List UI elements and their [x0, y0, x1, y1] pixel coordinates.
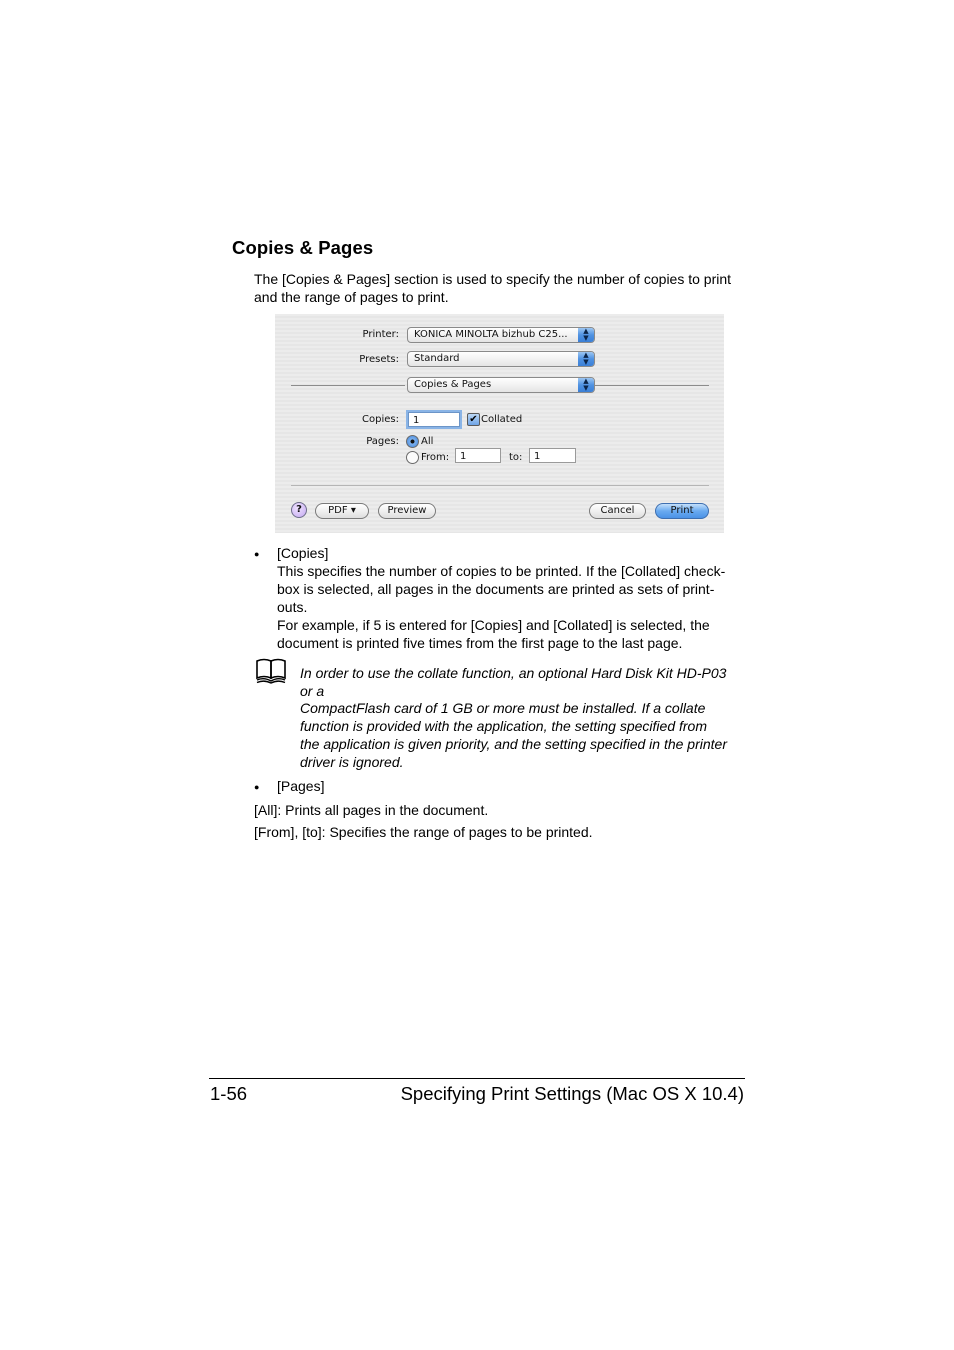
panel-popup[interactable]: Copies & Pages ▲ ▼ — [407, 377, 595, 393]
bullet-title: [Copies] — [277, 545, 329, 561]
bullet-title: [Pages] — [277, 778, 325, 794]
bullet-line: box is selected, all pages in the docume… — [277, 581, 715, 597]
pages-label: Pages: — [366, 436, 399, 447]
preview-button[interactable]: Preview — [378, 503, 436, 519]
bullet-pages: ● [Pages] — [254, 777, 754, 797]
page-number: 1-56 — [210, 1083, 248, 1104]
help-button[interactable]: ? — [291, 502, 307, 518]
all-radio[interactable] — [406, 435, 419, 448]
note-line: driver is ignored. — [300, 753, 404, 770]
divider — [291, 485, 709, 486]
note-text: In order to use the collate function, an… — [300, 665, 750, 771]
to-input[interactable]: 1 — [529, 448, 576, 463]
presets-popup[interactable]: Standard ▲ ▼ — [407, 351, 595, 367]
all-label: All — [421, 436, 434, 447]
section-title: Copies & Pages — [232, 237, 374, 258]
note-line: the application is given priority, and t… — [300, 735, 727, 752]
from-input[interactable]: 1 — [455, 448, 501, 463]
bullet-line: document is printed five times from the … — [277, 635, 683, 651]
collated-checkbox[interactable]: ✔ — [467, 413, 480, 426]
note-line: or a — [300, 682, 325, 699]
printer-popup[interactable]: KONICA MINOLTA bizhub C25... ▲ ▼ — [407, 327, 595, 343]
note-line: function is provided with the applicatio… — [300, 718, 708, 735]
bullet-dot: ● — [254, 782, 260, 792]
print-button[interactable]: Print — [655, 503, 709, 519]
chapter-title: Specifying Print Settings (Mac OS X 10.4… — [400, 1083, 744, 1104]
bullet-line: For example, if 5 is entered for [Copies… — [277, 617, 710, 633]
intro-paragraph: The [Copies & Pages] section is used to … — [254, 270, 754, 306]
popup-stepper-icon: ▲ ▼ — [578, 378, 594, 392]
popup-stepper-icon: ▲ ▼ — [578, 352, 594, 366]
to-label: to: — [509, 452, 523, 463]
copies-label: Copies: — [362, 414, 399, 425]
collated-label: Collated — [481, 414, 523, 425]
footer-rule — [209, 1078, 745, 1079]
intro-line: The [Copies & Pages] section is used to … — [254, 271, 732, 287]
pdf-button[interactable]: PDF ▾ — [315, 503, 369, 519]
presets-label: Presets: — [359, 354, 399, 365]
print-dialog-screenshot: Printer: KONICA MINOLTA bizhub C25... ▲ ▼… — [275, 314, 724, 533]
popup-stepper-icon: ▲ ▼ — [578, 328, 594, 342]
bullet-dot: ● — [254, 549, 260, 559]
presets-value: Standard — [414, 353, 460, 364]
bullet-line: This specifies the number of copies to b… — [277, 563, 726, 579]
note-line: CompactFlash card of 1 GB or more must b… — [300, 700, 706, 717]
bullet-line: outs. — [277, 599, 308, 615]
cancel-button[interactable]: Cancel — [589, 503, 646, 519]
from-radio[interactable] — [406, 451, 419, 464]
separator-line — [291, 385, 405, 386]
panel-value: Copies & Pages — [414, 379, 492, 390]
book-icon — [255, 658, 289, 684]
from-label: From: — [421, 452, 450, 463]
pages-range-description: [From], [to]: Specifies the range of pag… — [254, 824, 593, 840]
intro-line: and the range of pages to print. — [254, 289, 449, 305]
pages-all-description: [All]: Prints all pages in the document. — [254, 802, 489, 818]
printer-label: Printer: — [362, 329, 399, 340]
separator-line — [595, 385, 709, 386]
bullet-copies: ● [Copies] This specifies the number of … — [254, 544, 754, 654]
copies-input[interactable]: 1 — [408, 412, 460, 427]
printer-value: KONICA MINOLTA bizhub C25... — [414, 329, 568, 340]
note-line: In order to use the collate function, an… — [300, 665, 727, 681]
